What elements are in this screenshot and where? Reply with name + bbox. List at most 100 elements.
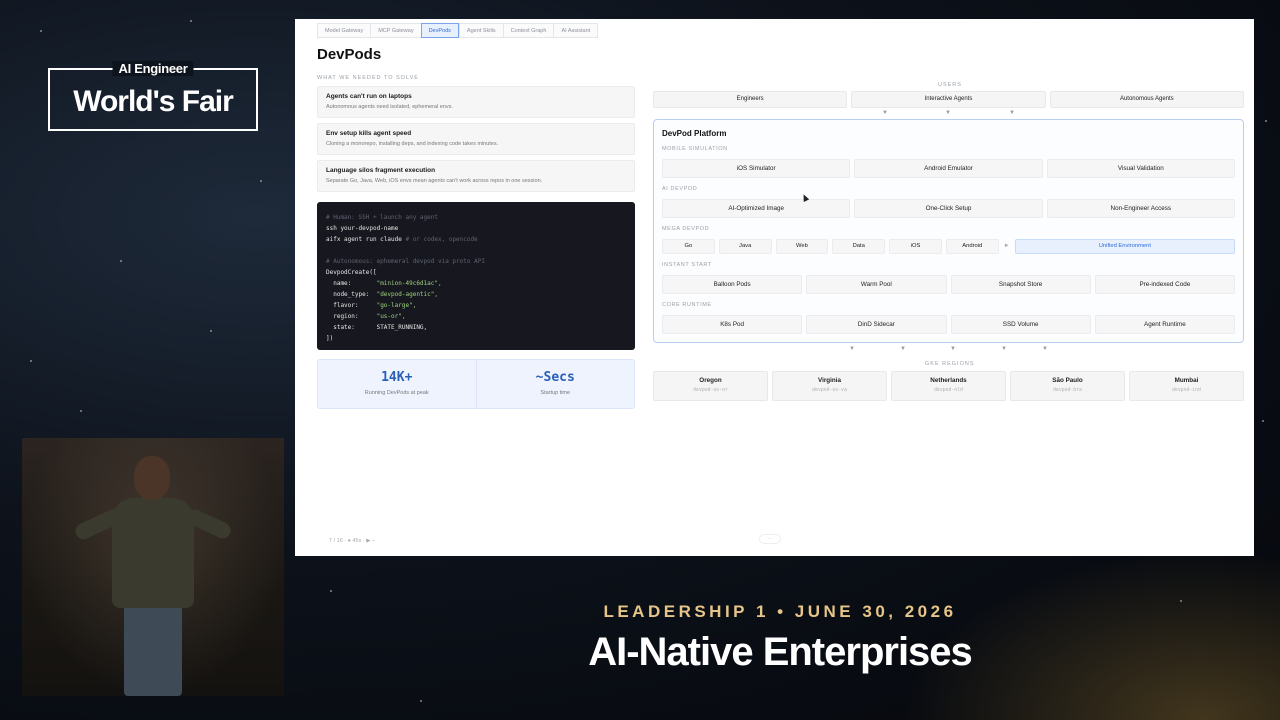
code-blank <box>326 245 626 256</box>
platform-component: Balloon Pods <box>662 275 803 294</box>
platform-component: Pre-indexed Code <box>1094 275 1235 294</box>
core-caption: CORE RUNTIME <box>662 302 712 308</box>
language-web: Web <box>775 239 829 254</box>
code-line: node_type: "devpod-agentic", <box>326 291 438 298</box>
users-row: Engineers Interactive Agents Autonomous … <box>653 91 1244 108</box>
stat-startup: ~Secs Startup time <box>475 360 635 408</box>
problem-title: Env setup kills agent speed <box>326 130 412 137</box>
platform-component: SSD Volume <box>950 315 1091 334</box>
code-line: region: "us-or", <box>326 313 406 320</box>
code-line: ssh your-devpod-name <box>326 225 399 232</box>
stat-value: 14K+ <box>381 370 413 385</box>
region-code: devpod-bra <box>1053 388 1082 393</box>
language-java: Java <box>718 239 772 254</box>
ai-row: AI-Optimized Image One-Click Setup Non-E… <box>662 199 1235 218</box>
platform-component: Agent Runtime <box>1094 315 1235 334</box>
slide-tab-bar: Model Gateway MCP Gateway DevPods Agent … <box>317 23 599 38</box>
region-code: devpod-us-or <box>693 388 728 393</box>
regions-row: Oregon devpod-us-or Virginia devpod-us-v… <box>653 371 1244 401</box>
region-name: Oregon <box>699 377 722 384</box>
platform-component: Android Emulator <box>854 159 1043 178</box>
mobile-row: iOS Simulator Android Emulator Visual Va… <box>662 159 1235 178</box>
code-line: aifx agent run claude # or codex, openco… <box>326 236 478 243</box>
language-ios: iOS <box>889 239 942 254</box>
platform-component: K8s Pod <box>662 315 803 334</box>
speaker-figure <box>72 456 234 696</box>
problem-desc: Cloning a monorepo, installing deps, and… <box>326 141 499 147</box>
code-line: DevpodCreate([ <box>326 269 377 276</box>
speaker-video <box>22 438 284 696</box>
arrow-down-icon: ▼ <box>945 110 951 116</box>
code-line: name: "minion-49c6d1ac", <box>326 280 442 287</box>
stat-label: Startup time <box>540 390 571 396</box>
code-comment: # Human: SSH + launch any agent <box>326 214 438 221</box>
region-name: Netherlands <box>930 377 967 384</box>
tab-devpods[interactable]: DevPods <box>420 23 459 38</box>
platform-component: Non-Engineer Access <box>1046 199 1235 218</box>
session-title: AI-Native Enterprises <box>588 630 973 674</box>
tab-agent-skills[interactable]: Agent Skills <box>458 23 503 38</box>
mega-caption: MEGA DEVPOD <box>662 226 710 232</box>
session-label: LEADERSHIP 1 • JUNE 30, 2026 <box>603 602 957 621</box>
platform-title: DevPod Platform <box>662 129 727 138</box>
stat-value: ~Secs <box>535 370 575 385</box>
platform-component: Warm Pool <box>806 275 947 294</box>
platform-component: DinD Sidecar <box>806 315 947 334</box>
tab-model-gateway[interactable]: Model Gateway <box>317 23 371 38</box>
region-code: devpod-us-va <box>812 388 847 393</box>
problem-title: Language silos fragment execution <box>326 167 436 174</box>
mega-row: Go Java Web Data iOS Android ► Unified E… <box>662 239 1236 254</box>
code-line: state: STATE_RUNNING, <box>326 324 428 331</box>
platform-component: iOS Simulator <box>662 159 851 178</box>
region-virginia: Virginia devpod-us-va <box>772 371 887 401</box>
arrow-down-icon: ▼ <box>1042 346 1048 352</box>
arrow-down-icon: ▼ <box>950 346 956 352</box>
platform-component: Snapshot Store <box>950 275 1091 294</box>
tab-context-graph[interactable]: Context Graph <box>502 23 554 38</box>
slide-title: DevPods <box>317 46 382 63</box>
instant-row: Balloon Pods Warm Pool Snapshot Store Pr… <box>662 275 1235 294</box>
region-name: Virginia <box>818 377 841 384</box>
stat-devpods: 14K+ Running DevPods at peak <box>318 360 476 408</box>
code-block: # Human: SSH + launch any agent ssh your… <box>317 202 635 350</box>
region-oregon: Oregon devpod-us-or <box>653 371 768 401</box>
slide-navigation[interactable]: 7 / 16 · ● 45s · ▶ – <box>329 538 375 544</box>
region-mumbai: Mumbai devpod-ind <box>1129 371 1244 401</box>
problems-caption: WHAT WE NEEDED TO SOLVE <box>317 75 419 81</box>
problem-card: Language silos fragment execution Separa… <box>317 160 635 192</box>
arrow-down-icon: ▼ <box>1001 346 1007 352</box>
event-logo-main: World's Fair <box>73 85 234 118</box>
region-name: São Paulo <box>1052 377 1083 384</box>
region-code: devpod-nld <box>934 388 963 393</box>
unified-environment: Unified Environment <box>1014 239 1236 254</box>
language-data: Data <box>832 239 886 254</box>
user-engineers: Engineers <box>653 91 848 108</box>
users-caption: USERS <box>938 82 962 88</box>
problem-card: Agents can't run on laptops Autonomous a… <box>317 86 635 118</box>
language-android: Android <box>945 239 999 254</box>
instant-caption: INSTANT START <box>662 262 712 268</box>
stats-panel: 14K+ Running DevPods at peak ~Secs Start… <box>317 359 635 409</box>
problem-desc: Separate Go, Java, Web, iOS envs mean ag… <box>326 178 543 184</box>
region-netherlands: Netherlands devpod-nld <box>891 371 1006 401</box>
stat-label: Running DevPods at peak <box>364 390 429 396</box>
tab-ai-assistant[interactable]: AI Assistant <box>553 23 599 38</box>
slide-menu-button[interactable]: ··· <box>759 534 781 544</box>
platform-component: One-Click Setup <box>854 199 1043 218</box>
code-comment: # Autonomous: ephemeral devpod via proto… <box>326 258 485 265</box>
problem-card: Env setup kills agent speed Cloning a mo… <box>317 123 635 155</box>
devpod-platform: DevPod Platform MOBILE SIMULATION iOS Si… <box>653 119 1244 343</box>
mobile-caption: MOBILE SIMULATION <box>662 146 728 152</box>
platform-component: AI-Optimized Image <box>662 199 851 218</box>
ai-caption: AI DEVPOD <box>662 186 698 192</box>
region-code: devpod-ind <box>1172 388 1201 393</box>
tab-mcp-gateway[interactable]: MCP Gateway <box>370 23 421 38</box>
arrow-down-icon: ▼ <box>849 346 855 352</box>
code-line: flavor: "go-large", <box>326 302 417 309</box>
gke-caption: GKE REGIONS <box>925 361 975 367</box>
arrow-right-icon: ► <box>1003 243 1010 249</box>
core-row: K8s Pod DinD Sidecar SSD Volume Agent Ru… <box>662 315 1235 334</box>
region-sao-paulo: São Paulo devpod-bra <box>1010 371 1125 401</box>
event-logo-top: AI Engineer <box>112 61 194 76</box>
user-autonomous-agents: Autonomous Agents <box>1049 91 1244 108</box>
